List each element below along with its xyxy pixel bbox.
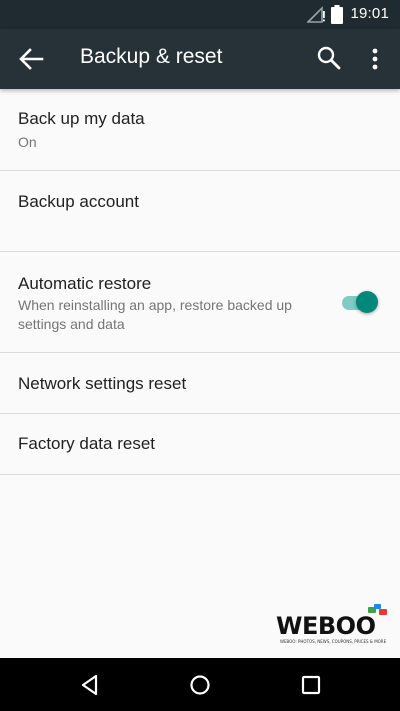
navigation-bar [0, 658, 400, 711]
toggle-thumb [356, 291, 378, 313]
search-icon[interactable] [316, 45, 342, 71]
arrow-back-icon[interactable] [18, 47, 44, 71]
app-bar: Backup & reset [0, 29, 400, 89]
setting-title: Backup account [18, 192, 139, 211]
setting-automatic-restore[interactable]: Automatic restore When reinstalling an a… [0, 252, 400, 353]
settings-list: Back up my data On Backup account Automa… [0, 89, 400, 475]
automatic-restore-toggle[interactable] [340, 289, 380, 317]
setting-title: Factory data reset [18, 434, 156, 453]
signal-no-data-icon [307, 6, 325, 23]
setting-network-reset[interactable]: Network settings reset [0, 353, 400, 414]
more-vert-icon[interactable] [365, 46, 385, 72]
status-time: 19:01 [350, 5, 389, 22]
setting-backup-account[interactable]: Backup account [0, 171, 400, 252]
setting-title: Network settings reset [18, 374, 187, 393]
setting-backup-my-data[interactable]: Back up my data On [0, 89, 400, 171]
battery-icon [331, 5, 343, 24]
circle-home-icon[interactable] [187, 672, 213, 698]
setting-title: Automatic restore [18, 274, 152, 293]
screen: 19:01 Backup & reset Back up my data On … [0, 0, 400, 711]
watermark-tagline: WEBOO: PHOTOS, NEWS, COUPONS, PRICES & M… [280, 639, 387, 644]
triangle-back-icon[interactable] [77, 672, 103, 698]
status-bar: 19:01 [0, 0, 400, 29]
setting-summary: When reinstalling an app, restore backed… [18, 297, 292, 332]
watermark-text: WEBOO [276, 612, 376, 640]
weboo-watermark-logo: WEBOO WEBOO: PHOTOS, NEWS, COUPONS, PRIC… [274, 604, 390, 648]
setting-summary: On [18, 134, 37, 150]
square-recents-icon[interactable] [298, 672, 324, 698]
setting-factory-reset[interactable]: Factory data reset [0, 414, 400, 475]
page-title: Backup & reset [80, 45, 223, 68]
setting-title: Back up my data [18, 109, 145, 128]
